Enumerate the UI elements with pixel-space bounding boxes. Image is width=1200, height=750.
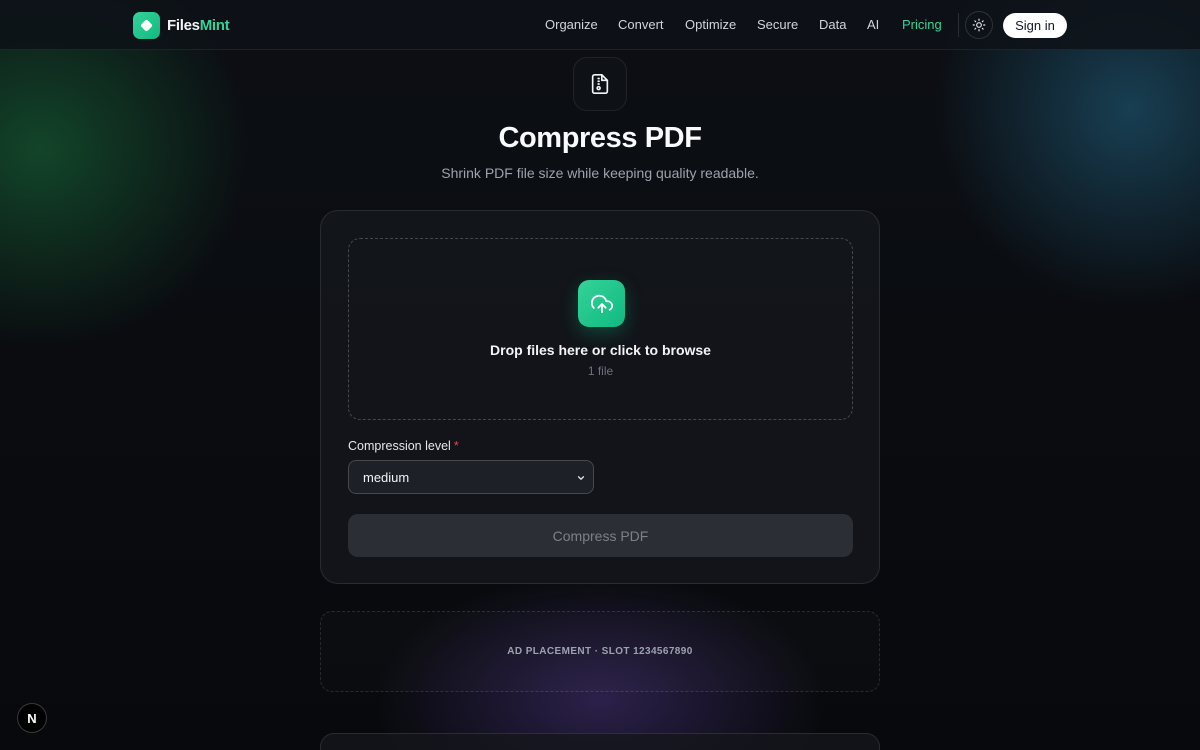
compress-tool-card: Drop files here or click to browse 1 fil… bbox=[320, 210, 880, 584]
theme-toggle-button[interactable] bbox=[965, 11, 993, 39]
nav-item-optimize[interactable]: Optimize bbox=[685, 17, 736, 32]
compression-level-label: Compression level * bbox=[348, 439, 459, 453]
file-dropzone[interactable]: Drop files here or click to browse 1 fil… bbox=[348, 238, 853, 420]
nav-divider bbox=[958, 13, 959, 37]
compression-level-value: medium bbox=[363, 469, 410, 485]
nav-item-convert[interactable]: Convert bbox=[618, 17, 664, 32]
compression-level-select[interactable]: medium bbox=[348, 460, 594, 494]
ad-placement-label: AD PLACEMENT · SLOT 1234567890 bbox=[507, 646, 693, 657]
required-asterisk: * bbox=[453, 439, 459, 453]
ad-placement: AD PLACEMENT · SLOT 1234567890 bbox=[320, 611, 880, 692]
page-title: Compress PDF bbox=[498, 122, 702, 154]
chevron-down-icon bbox=[577, 476, 585, 480]
nav-item-secure[interactable]: Secure bbox=[757, 17, 798, 32]
nextjs-dev-indicator[interactable]: N bbox=[17, 703, 47, 733]
file-count: 1 file bbox=[587, 364, 614, 378]
top-navigation-bar: FilesMint Organize Convert Optimize Secu… bbox=[0, 0, 1200, 50]
tool-icon-badge bbox=[573, 57, 627, 111]
page-subtitle: Shrink PDF file size while keeping quali… bbox=[441, 165, 759, 181]
nav-item-organize[interactable]: Organize bbox=[545, 17, 598, 32]
nav-item-ai[interactable]: AI bbox=[867, 17, 879, 32]
upload-icon-badge bbox=[578, 280, 625, 327]
compression-level-label-text: Compression level bbox=[348, 439, 451, 453]
nav-item-data[interactable]: Data bbox=[819, 17, 846, 32]
compress-pdf-button[interactable]: Compress PDF bbox=[348, 514, 853, 557]
nav-item-pricing[interactable]: Pricing bbox=[902, 17, 942, 32]
cloud-upload-icon bbox=[590, 294, 613, 313]
sun-icon bbox=[972, 18, 986, 32]
file-zip-icon bbox=[591, 74, 609, 94]
sign-in-button[interactable]: Sign in bbox=[1003, 13, 1067, 38]
next-section-card bbox=[320, 733, 880, 750]
nextjs-logo-icon: N bbox=[27, 710, 37, 726]
dropzone-title: Drop files here or click to browse bbox=[490, 342, 711, 358]
